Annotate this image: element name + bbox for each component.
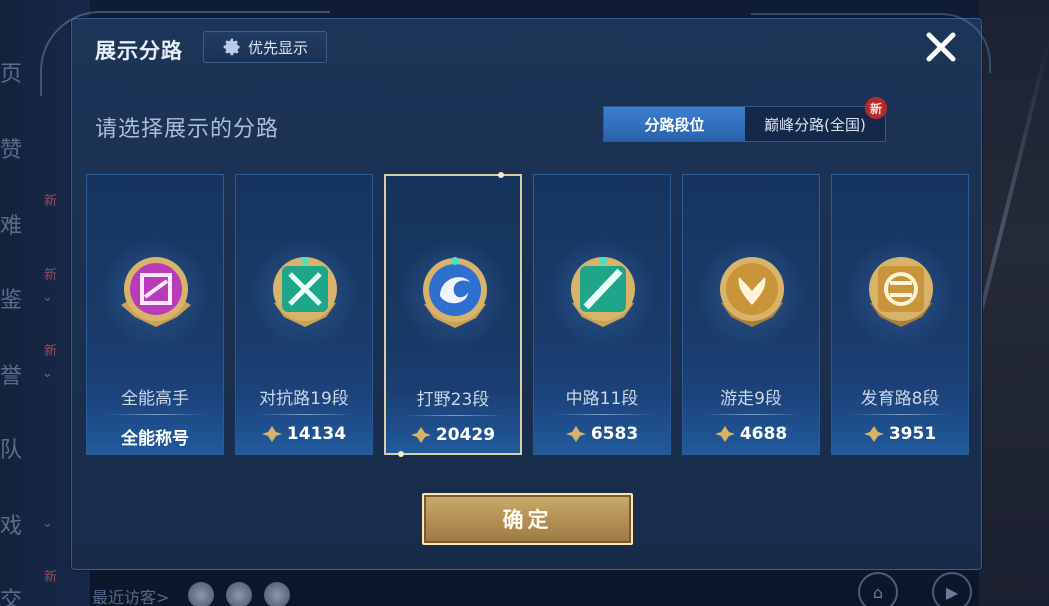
side-menu-item: 难 (0, 214, 23, 239)
corner-dot (398, 451, 404, 457)
jungle-badge-icon (423, 257, 487, 328)
peak-score-icon (261, 426, 282, 442)
new-tag: 新 (44, 194, 58, 209)
lane-score: 20429 (386, 425, 520, 445)
lane-rank-label: 发育路8段 (860, 389, 940, 409)
peak-score-icon (410, 427, 431, 443)
divider (406, 415, 504, 416)
divider (107, 414, 205, 415)
score-value: 14134 (286, 424, 347, 444)
lane-rank-label: 游走9段 (720, 389, 782, 409)
new-badge: 新 (865, 97, 887, 119)
chevron-down-icon: ⌄ (42, 290, 53, 305)
lane-rank-label: 全能高手 (121, 389, 189, 409)
score-value: 全能称号 (121, 429, 189, 449)
lane-score: 全能称号 (87, 424, 223, 449)
lane-card-mid-lane[interactable]: 中路11段 6583 (533, 174, 671, 455)
tab-label: 分路段位 (644, 115, 705, 134)
divider (852, 414, 950, 415)
side-menu-item: 鉴 (0, 288, 23, 313)
new-tag: 新 (44, 268, 58, 283)
side-menu-item: 赞 (0, 138, 23, 163)
priority-display-label: 优先显示 (247, 38, 308, 57)
side-menu-item: 誉 (0, 364, 23, 389)
lane-rank-label: 打野23段 (416, 390, 490, 410)
side-menu-item: 页 (0, 62, 23, 87)
home-icon: ⌂ (858, 572, 898, 606)
lane-score: 6583 (534, 424, 670, 444)
lane-card-roam[interactable]: 游走9段 4688 (682, 174, 820, 455)
avatar (264, 582, 290, 606)
gear-icon (223, 38, 240, 56)
lane-score: 3951 (832, 424, 968, 444)
lane-card-clash-lane[interactable]: 对抗路19段 14134 (235, 174, 373, 455)
corner-dot (498, 172, 504, 178)
background-character-art (979, 0, 1049, 606)
lane-score: 4688 (683, 424, 819, 444)
score-value: 3951 (888, 424, 937, 444)
lane-card-all-round[interactable]: 全能高手 全能称号 (86, 174, 224, 455)
lane-score: 14134 (236, 424, 372, 444)
dialog-subtitle: 请选择展示的分路 (95, 117, 280, 142)
score-value: 4688 (739, 424, 788, 444)
avatar (226, 582, 252, 606)
mid-lane-badge-icon (571, 257, 635, 327)
roam-badge-icon (720, 257, 784, 327)
chevron-down-icon: ⌄ (42, 366, 53, 381)
divider (703, 414, 801, 415)
new-tag: 新 (44, 344, 58, 359)
lane-display-dialog: 展示分路 优先显示 请选择展示的分路 分路段位 巅峰分路(全国) 新 全能高手 (40, 11, 991, 570)
tab-label: 巅峰分路(全国) (764, 115, 866, 134)
tab-bar: 分路段位 巅峰分路(全国) 新 (603, 97, 887, 142)
dialog-title: 展示分路 (95, 39, 183, 63)
score-value: 20429 (435, 425, 496, 445)
close-button[interactable] (921, 27, 961, 67)
background-bottom-bar: 最近访客> ⌂ ▶ (0, 572, 1049, 606)
all-round-badge-icon (121, 257, 191, 327)
farm-lane-badge-icon (869, 257, 933, 327)
divider (256, 414, 354, 415)
peak-score-icon (565, 426, 586, 442)
score-value: 6583 (590, 424, 639, 444)
confirm-label: 确定 (502, 508, 553, 532)
tab-lane-rank[interactable]: 分路段位 (604, 107, 745, 141)
divider (554, 414, 652, 415)
avatar (188, 582, 214, 606)
side-menu-item: 队 (0, 438, 23, 463)
peak-score-icon (714, 426, 735, 442)
play-icon: ▶ (932, 572, 972, 606)
lane-card-jungle[interactable]: 打野23段 20429 (384, 172, 522, 457)
priority-display-button[interactable]: 优先显示 (203, 31, 327, 63)
side-menu-item: 戏 (0, 514, 23, 539)
close-icon (926, 32, 956, 62)
clash-lane-badge-icon (273, 257, 337, 327)
lane-card-farm-lane[interactable]: 发育路8段 3951 (831, 174, 969, 455)
tab-peak-lane-national[interactable]: 巅峰分路(全国) 新 (745, 97, 887, 141)
peak-score-icon (863, 426, 884, 442)
confirm-button[interactable]: 确定 (422, 493, 633, 545)
lane-rank-label: 对抗路19段 (259, 389, 349, 409)
chevron-down-icon: ⌄ (42, 516, 53, 531)
lane-rank-label: 中路11段 (565, 389, 639, 409)
recent-visitors-link: 最近访客> (92, 588, 170, 606)
